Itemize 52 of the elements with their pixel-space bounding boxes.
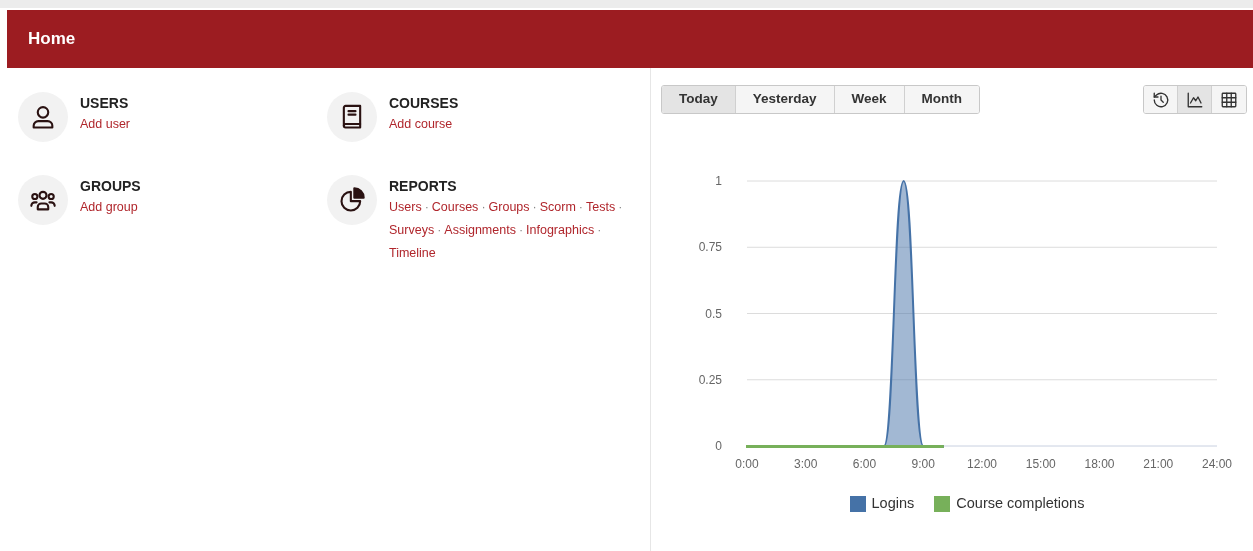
link-separator: ·	[532, 199, 537, 216]
link-separator: ·	[437, 222, 442, 239]
section-link[interactable]: Groups	[488, 196, 530, 219]
section-link[interactable]: Assignments	[444, 219, 516, 242]
period-tab[interactable]: Yesterday	[735, 86, 835, 113]
x-axis-label: 24:00	[1202, 457, 1232, 471]
link-separator: ·	[578, 199, 583, 216]
section-title: GROUPS	[80, 177, 142, 196]
page-title: Home	[28, 28, 76, 51]
section-link[interactable]: Tests	[586, 196, 616, 219]
x-axis-label: 3:00	[794, 457, 818, 471]
section-link[interactable]: Infographics	[526, 219, 595, 242]
section-title: REPORTS	[389, 177, 458, 196]
y-axis-label: 0.75	[698, 240, 722, 255]
section-link[interactable]: Courses	[431, 196, 479, 219]
section-link[interactable]: Add group	[80, 196, 138, 219]
x-axis-label: 9:00	[911, 457, 935, 471]
area-chart-icon	[1185, 90, 1204, 109]
link-separator: ·	[597, 222, 602, 239]
y-axis-label: 1	[715, 174, 722, 188]
x-axis-label: 12:00	[967, 457, 997, 471]
period-tab[interactable]: Today	[662, 86, 736, 113]
period-tab[interactable]: Month	[904, 86, 980, 113]
x-axis-label: 15:00	[1025, 457, 1056, 471]
y-axis-label: 0	[715, 439, 722, 453]
x-axis-label: 0:00	[735, 457, 759, 471]
period-tab[interactable]: Week	[834, 86, 905, 113]
y-axis-label: 0.5	[705, 306, 722, 321]
link-separator: ·	[618, 199, 623, 216]
section-link[interactable]: Timeline	[389, 242, 436, 265]
view-button[interactable]	[1212, 86, 1246, 113]
x-axis-label: 18:00	[1084, 457, 1115, 471]
section-link[interactable]: Surveys	[389, 219, 435, 242]
history-icon	[1151, 90, 1170, 109]
section-link[interactable]: Users	[389, 196, 422, 219]
link-separator: ·	[518, 222, 524, 239]
view-button[interactable]	[1144, 86, 1178, 113]
link-separator: ·	[481, 199, 486, 216]
section-link[interactable]: Add course	[389, 113, 453, 136]
x-axis-label: 21:00	[1143, 457, 1174, 471]
y-axis-label: 0.25	[698, 372, 722, 387]
legend-label[interactable]: Course completions	[956, 493, 1085, 515]
section-title: USERS	[80, 94, 130, 113]
x-axis-label: 6:00	[852, 457, 877, 471]
section-link[interactable]: Scorm	[539, 196, 576, 219]
section-link[interactable]: Add user	[80, 113, 131, 136]
pie-chart-icon	[338, 186, 366, 214]
view-button[interactable]	[1178, 86, 1212, 113]
link-separator: ·	[424, 199, 429, 216]
table-icon	[1220, 90, 1238, 109]
section-title: COURSES	[389, 94, 460, 113]
legend-label[interactable]: Logins	[871, 493, 915, 515]
